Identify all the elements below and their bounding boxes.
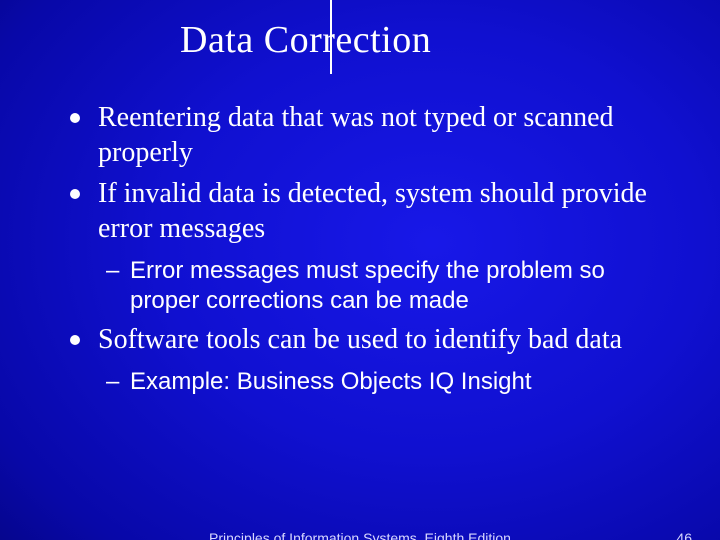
page-number: 46 <box>676 530 692 540</box>
list-item: Reentering data that was not typed or sc… <box>70 100 670 170</box>
list-item: Example: Business Objects IQ Insight <box>106 367 670 397</box>
sub-bullet-text: Error messages must specify the problem … <box>130 257 605 314</box>
slide-content: Reentering data that was not typed or sc… <box>40 100 680 397</box>
sub-bullet-text: Example: Business Objects IQ Insight <box>130 368 532 395</box>
list-item: Error messages must specify the problem … <box>106 256 670 316</box>
title-divider <box>330 0 332 74</box>
list-item: Software tools can be used to identify b… <box>70 322 670 397</box>
footer-source: Principles of Information Systems, Eight… <box>0 530 720 540</box>
sub-bullet-list: Example: Business Objects IQ Insight <box>106 367 670 397</box>
bullet-list: Reentering data that was not typed or sc… <box>70 100 670 397</box>
bullet-text: Software tools can be used to identify b… <box>98 324 622 355</box>
title-area: Data Correction <box>180 18 680 62</box>
bullet-text: If invalid data is detected, system shou… <box>98 178 647 244</box>
slide-title: Data Correction <box>180 18 680 62</box>
slide: Data Correction Reentering data that was… <box>0 0 720 540</box>
list-item: If invalid data is detected, system shou… <box>70 176 670 316</box>
sub-bullet-list: Error messages must specify the problem … <box>106 256 670 316</box>
bullet-text: Reentering data that was not typed or sc… <box>98 102 614 168</box>
